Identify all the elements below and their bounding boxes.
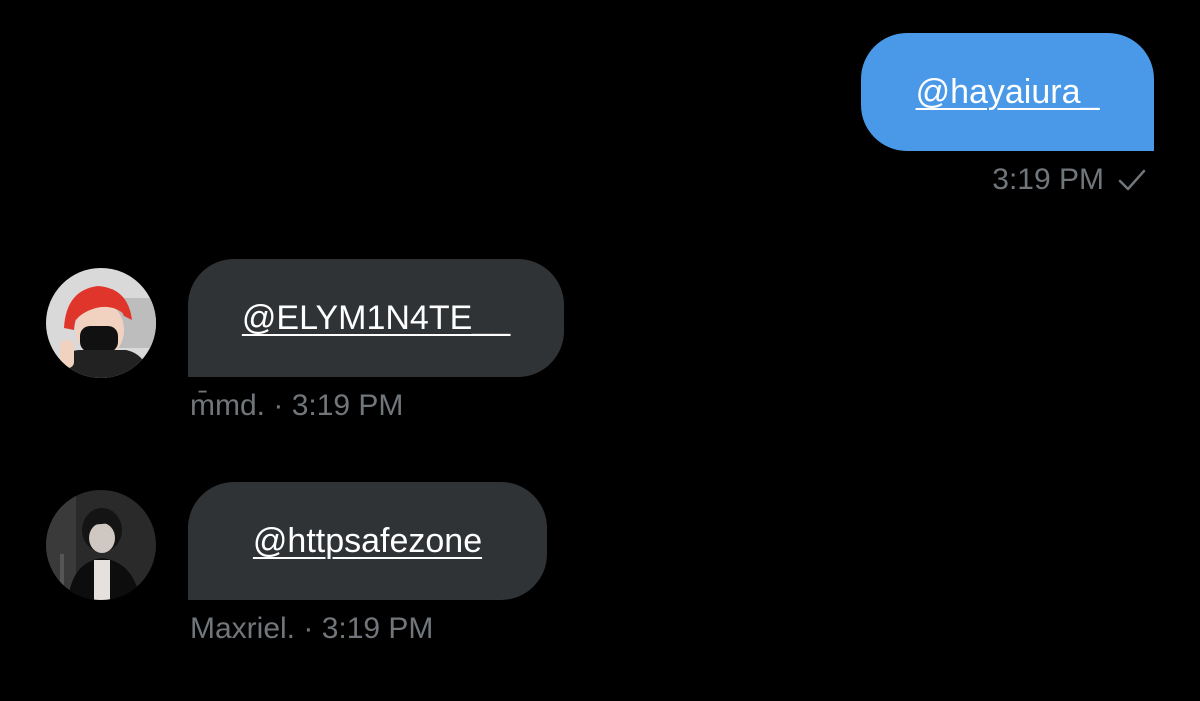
check-icon bbox=[1116, 164, 1148, 196]
message-time: 3:19 PM bbox=[291, 389, 404, 422]
incoming-message-bubble[interactable]: @httpsafezone bbox=[188, 482, 547, 600]
sender-avatar[interactable] bbox=[46, 268, 156, 378]
meta-separator: · bbox=[303, 612, 314, 645]
mention-link[interactable]: @ELYM1N4TE__ bbox=[242, 299, 510, 338]
sender-name[interactable]: m̄md. bbox=[190, 389, 265, 422]
sender-name[interactable]: Maxriel. bbox=[190, 612, 295, 645]
incoming-message-bubble[interactable]: @ELYM1N4TE__ bbox=[188, 259, 564, 377]
incoming-message-meta: Maxriel. · 3:19 PM bbox=[190, 612, 433, 646]
outgoing-message-bubble[interactable]: @hayaiura_ bbox=[861, 33, 1154, 151]
incoming-message-meta: m̄md. · 3:19 PM bbox=[190, 389, 403, 423]
sender-avatar[interactable] bbox=[46, 490, 156, 600]
mention-link[interactable]: @httpsafezone bbox=[253, 522, 482, 561]
message-time: 3:19 PM bbox=[992, 163, 1104, 196]
meta-separator: · bbox=[273, 389, 284, 422]
outgoing-message-meta: 3:19 PM bbox=[992, 163, 1148, 197]
mention-link[interactable]: @hayaiura_ bbox=[916, 73, 1100, 112]
message-time: 3:19 PM bbox=[321, 612, 434, 645]
